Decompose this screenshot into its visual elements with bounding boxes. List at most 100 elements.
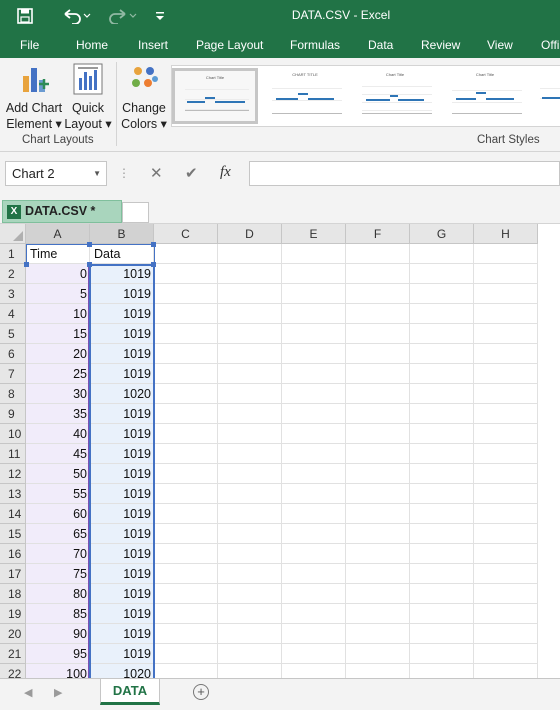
empty-cell[interactable] [154, 664, 218, 678]
empty-cell[interactable] [410, 644, 474, 664]
empty-cell[interactable] [410, 664, 474, 678]
empty-cell[interactable] [410, 444, 474, 464]
tab-formulas[interactable]: Formulas [290, 38, 340, 52]
row-header[interactable]: 7 [0, 364, 26, 384]
empty-cell[interactable] [410, 324, 474, 344]
empty-cell[interactable] [474, 444, 538, 464]
empty-cell[interactable] [218, 464, 282, 484]
more-options-icon[interactable]: ⋮ [118, 166, 130, 180]
column-header-h[interactable]: H [474, 224, 538, 244]
empty-cell[interactable] [154, 384, 218, 404]
row-header[interactable]: 13 [0, 484, 26, 504]
chart-style-thumbnail-2[interactable]: CHART TITLE [262, 68, 348, 124]
row-header[interactable]: 2 [0, 264, 26, 284]
empty-cell[interactable] [346, 544, 410, 564]
row-header[interactable]: 14 [0, 504, 26, 524]
empty-cell[interactable] [410, 264, 474, 284]
empty-cell[interactable] [282, 364, 346, 384]
empty-cell[interactable] [474, 664, 538, 678]
empty-cell[interactable] [410, 624, 474, 644]
empty-cell[interactable] [474, 524, 538, 544]
enter-formula-icon[interactable]: ✔ [185, 164, 198, 182]
row-header[interactable]: 8 [0, 384, 26, 404]
empty-cell[interactable] [282, 444, 346, 464]
scroll-right-icon[interactable]: ▶ [54, 686, 62, 699]
chart-style-thumbnail-1[interactable]: Chart Title [172, 68, 258, 124]
empty-cell[interactable] [154, 344, 218, 364]
row-header[interactable]: 1 [0, 244, 26, 264]
empty-cell[interactable] [410, 584, 474, 604]
row-header[interactable]: 4 [0, 304, 26, 324]
range-resize-handle[interactable] [151, 262, 156, 267]
empty-cell[interactable] [346, 484, 410, 504]
empty-cell[interactable] [282, 384, 346, 404]
empty-cell[interactable] [410, 344, 474, 364]
tab-data[interactable]: Data [368, 38, 393, 52]
empty-cell[interactable] [410, 364, 474, 384]
empty-cell[interactable] [218, 484, 282, 504]
empty-cell[interactable] [474, 624, 538, 644]
empty-cell[interactable] [474, 304, 538, 324]
empty-cell[interactable] [282, 404, 346, 424]
empty-cell[interactable] [474, 504, 538, 524]
tab-insert[interactable]: Insert [138, 38, 168, 52]
empty-cell[interactable] [218, 364, 282, 384]
empty-cell[interactable] [346, 304, 410, 324]
empty-cell[interactable] [218, 664, 282, 678]
row-header[interactable]: 6 [0, 344, 26, 364]
empty-cell[interactable] [474, 344, 538, 364]
empty-cell[interactable] [410, 244, 474, 264]
empty-cell[interactable] [474, 644, 538, 664]
range-resize-handle[interactable] [87, 242, 92, 247]
name-box[interactable]: Chart 2 ▼ [5, 161, 107, 186]
row-header[interactable]: 9 [0, 404, 26, 424]
empty-cell[interactable] [346, 584, 410, 604]
tab-page-layout[interactable]: Page Layout [196, 38, 263, 52]
empty-cell[interactable] [218, 264, 282, 284]
empty-cell[interactable] [154, 484, 218, 504]
empty-cell[interactable] [218, 644, 282, 664]
empty-cell[interactable] [410, 564, 474, 584]
column-header-d[interactable]: D [218, 224, 282, 244]
empty-cell[interactable] [474, 584, 538, 604]
empty-cell[interactable] [282, 464, 346, 484]
empty-cell[interactable] [282, 544, 346, 564]
empty-cell[interactable] [154, 324, 218, 344]
empty-cell[interactable] [154, 264, 218, 284]
spreadsheet-grid[interactable]: A B C D E F G H 1 Time Data 2 0 1019 3 5 1019 4 10 1019 5 15 1… [0, 224, 560, 678]
range-resize-handle[interactable] [151, 242, 156, 247]
empty-cell[interactable] [218, 344, 282, 364]
empty-cell[interactable] [218, 404, 282, 424]
range-resize-handle[interactable] [87, 262, 92, 267]
empty-cell[interactable] [154, 244, 218, 264]
empty-cell[interactable] [282, 244, 346, 264]
empty-cell[interactable] [410, 544, 474, 564]
empty-cell[interactable] [154, 284, 218, 304]
empty-cell[interactable] [282, 564, 346, 584]
row-header[interactable]: 21 [0, 644, 26, 664]
empty-cell[interactable] [346, 644, 410, 664]
column-header-f[interactable]: F [346, 224, 410, 244]
empty-cell[interactable] [154, 584, 218, 604]
empty-cell[interactable] [474, 264, 538, 284]
empty-cell[interactable] [474, 324, 538, 344]
chart-style-thumbnail-5[interactable] [532, 68, 560, 124]
empty-cell[interactable] [282, 624, 346, 644]
add-sheet-icon[interactable]: + [193, 684, 209, 700]
empty-cell[interactable] [474, 484, 538, 504]
empty-cell[interactable] [282, 504, 346, 524]
empty-cell[interactable] [154, 464, 218, 484]
empty-cell[interactable] [282, 264, 346, 284]
empty-cell[interactable] [154, 524, 218, 544]
row-header[interactable]: 5 [0, 324, 26, 344]
range-resize-handle[interactable] [24, 262, 29, 267]
empty-cell[interactable] [410, 304, 474, 324]
empty-cell[interactable] [410, 404, 474, 424]
empty-cell[interactable] [154, 544, 218, 564]
empty-cell[interactable] [346, 604, 410, 624]
column-header-a[interactable]: A [26, 224, 90, 244]
empty-cell[interactable] [218, 324, 282, 344]
formula-input[interactable] [249, 161, 560, 186]
empty-cell[interactable] [282, 664, 346, 678]
empty-cell[interactable] [282, 424, 346, 444]
